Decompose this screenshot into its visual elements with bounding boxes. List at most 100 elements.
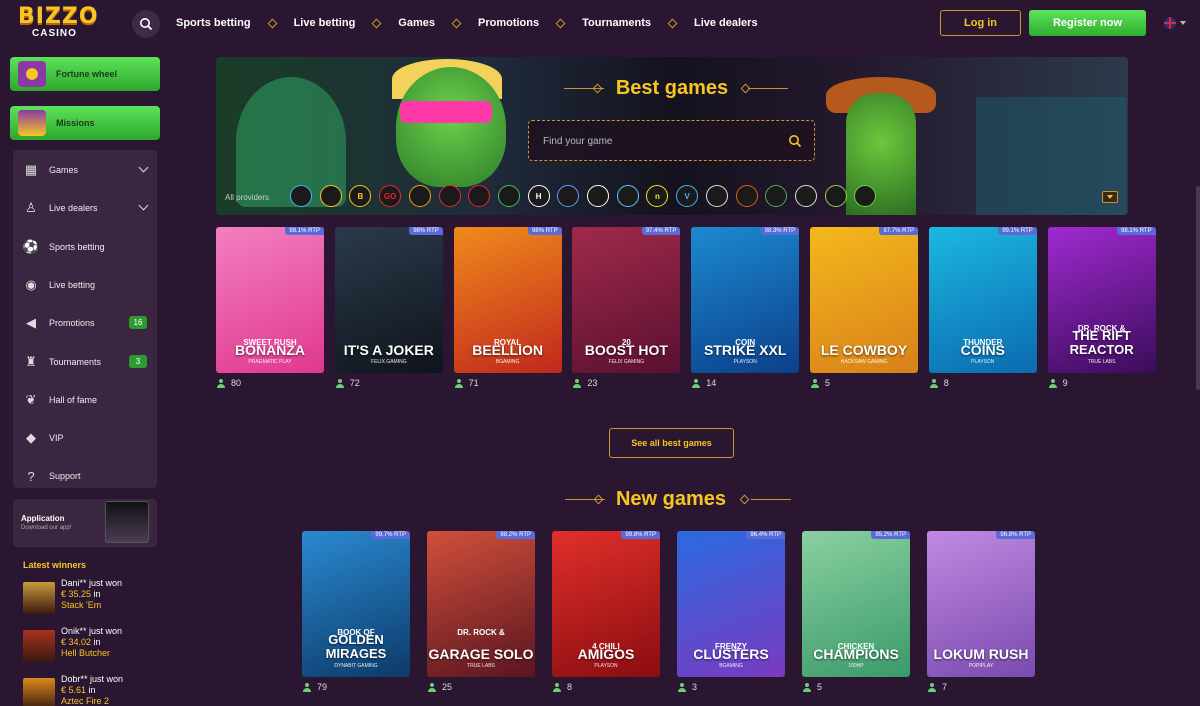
nav-item[interactable]: Tournaments — [582, 17, 651, 29]
sidebar-item[interactable]: ♜ Tournaments 3 — [13, 347, 157, 377]
provider-logo[interactable]: V — [676, 185, 699, 207]
nav-separator-diamond — [667, 18, 678, 28]
nav-separator-diamond — [555, 18, 566, 28]
sidebar-item[interactable]: ❦ Hall of fame — [13, 385, 157, 415]
game-card[interactable]: 96.8% RTP LOKUM RUSH POPIPLAY — [927, 531, 1035, 677]
provider-logo[interactable] — [587, 185, 609, 207]
provider-logo[interactable] — [765, 185, 788, 207]
chevron-down-icon — [138, 200, 149, 211]
provider-logo[interactable] — [735, 185, 758, 207]
winner-game-link[interactable]: Hell Butcher — [61, 648, 110, 658]
nav-item[interactable]: Live betting — [294, 17, 356, 29]
provider-label: H — [535, 191, 542, 201]
register-button[interactable]: Register now — [1029, 10, 1146, 36]
provider-logo[interactable] — [824, 185, 847, 207]
winner-game-link[interactable]: Aztec Fire 2 — [61, 696, 109, 706]
sidebar-item[interactable]: ◆ VIP — [13, 423, 157, 453]
nav-item[interactable]: Live dealers — [694, 17, 758, 29]
game-search-input[interactable] — [543, 133, 773, 149]
player-count-value: 3 — [692, 682, 698, 692]
provider-logo[interactable] — [438, 185, 461, 207]
game-title: THE RIFT REACTOR — [1069, 328, 1134, 357]
search-button[interactable] — [132, 10, 160, 38]
user-icon — [678, 682, 686, 692]
sidebar-item[interactable]: ▦ Games — [13, 155, 157, 185]
megaphone-icon: ◀ — [26, 315, 36, 331]
game-card[interactable]: 99.7% RTP BOOK OF GOLDEN MIRAGES DYNABIT GA… — [302, 531, 410, 677]
sidebar-item[interactable]: ⚽ Sports betting — [13, 232, 157, 262]
game-search-box — [528, 120, 815, 161]
game-provider: DYNABIT GAMING — [334, 663, 378, 669]
winner-row[interactable]: Dani** just won € 35.25 in Stack 'Em — [23, 578, 163, 618]
provider-logo[interactable] — [616, 185, 639, 207]
provider-logo[interactable] — [794, 185, 817, 207]
provider-logo[interactable] — [319, 185, 342, 207]
provider-logo[interactable] — [468, 185, 491, 207]
provider-logo[interactable]: n — [646, 185, 669, 207]
missions-button[interactable]: Missions — [10, 106, 160, 140]
search-icon — [140, 18, 153, 31]
rtp-badge: 95.2% RTP — [871, 531, 910, 539]
nav-item[interactable]: Games — [398, 17, 435, 29]
provider-logo[interactable] — [705, 185, 728, 207]
nav-item[interactable]: Sports betting — [176, 17, 251, 29]
sidebar-item[interactable]: ◉ Live betting — [13, 270, 157, 300]
winner-game-thumbnail — [23, 630, 55, 662]
game-title: BOOST HOT — [584, 342, 668, 358]
sidebar-menu: ▦ Games ♙ Live dealers ⚽ Sports betting ◉ Live … — [13, 150, 157, 488]
player-count: 23 — [573, 378, 597, 388]
game-card[interactable]: 98.3% RTP COIN STRIKE XXL PLAYSON — [691, 227, 800, 373]
game-card[interactable]: 99.1% RTP THUNDER COINS PLAYSON — [928, 227, 1037, 373]
winner-game-link[interactable]: Stack 'Em — [61, 600, 101, 610]
login-button[interactable]: Log in — [940, 10, 1021, 36]
provider-logo[interactable] — [290, 185, 312, 207]
game-card[interactable]: 99.8% RTP 4 CHILI AMIGOS PLAYSON — [552, 531, 660, 677]
game-provider: PRAGMATIC PLAY — [248, 359, 292, 365]
chevron-down-icon[interactable] — [1180, 21, 1186, 25]
user-icon — [929, 378, 938, 388]
game-card[interactable]: 97.7% RTP LE COWBOY HACKSAW GAMING — [810, 227, 918, 373]
provider-logo[interactable] — [408, 185, 431, 207]
rtp-badge: 98.1% RTP — [1117, 227, 1156, 235]
provider-logo[interactable]: H — [527, 185, 550, 207]
game-card[interactable]: 98.1% RTP DR. ROCK & THE RIFT REACTOR TRUE … — [1047, 227, 1156, 373]
fortune-wheel-button[interactable]: Fortune wheel — [10, 57, 160, 91]
game-title: LE COWBOY — [820, 342, 908, 358]
see-all-best-games-button[interactable]: See all best games — [609, 428, 734, 458]
sidebar: Fortune wheel Missions ▦ Games ♙ Live deale… — [0, 46, 170, 706]
game-card[interactable]: 98.2% RTP DR. ROCK & GARAGE SOLO TRUE LABS — [427, 531, 535, 677]
provider-logo[interactable] — [557, 185, 580, 207]
sidebar-item[interactable]: ? Support — [13, 461, 157, 491]
all-providers-link[interactable]: All providers — [225, 193, 269, 202]
search-icon[interactable] — [788, 134, 802, 148]
game-title: BEELLION — [472, 342, 543, 358]
frog-glasses — [400, 101, 492, 123]
user-icon — [928, 682, 936, 692]
winner-row[interactable]: Onik** just won € 34.02 in Hell Butcher — [23, 626, 163, 666]
sidebar-item-label: Support — [49, 471, 81, 482]
game-provider: 100HP — [848, 663, 864, 669]
game-card[interactable]: 95.2% RTP CHICKEN CHAMPIONS 100HP — [802, 531, 910, 677]
app-download-banner[interactable]: Application Download our app! — [13, 499, 157, 547]
game-card[interactable]: 98% RTP IT'S A JOKER FELIX GAMING — [334, 227, 443, 373]
player-count: 80 — [217, 378, 241, 388]
game-provider: TRUE LABS — [1087, 359, 1116, 365]
game-card[interactable]: 98% RTP ROYAL BEELLION BGAMING — [453, 227, 562, 373]
page-scrollbar[interactable] — [1196, 186, 1200, 390]
bizzo-logo[interactable]: BIZZO CASINO — [18, 6, 98, 42]
game-card[interactable]: 96.4% RTP FRENZY CLUSTERS BGAMING — [677, 531, 785, 677]
sidebar-item-label: Sports betting — [49, 241, 105, 252]
game-card[interactable]: 97.4% RTP 20 BOOST HOT FELIX GAMING — [572, 227, 681, 373]
provider-logo[interactable]: GO — [379, 185, 402, 207]
winner-row[interactable]: Dobr** just won € 5.61 in Aztec Fire 2 — [23, 674, 163, 706]
game-card[interactable]: 98.1% RTP SWEET RUSH BONANZA PRAGMATIC PLAY — [216, 227, 324, 373]
rtp-badge: 99.7% RTP — [371, 531, 410, 539]
latest-winners-title: Latest winners — [23, 560, 87, 570]
sidebar-item[interactable]: ♙ Live dealers — [13, 193, 157, 223]
uk-flag-icon[interactable] — [1164, 17, 1176, 29]
provider-logo[interactable] — [497, 185, 520, 207]
provider-logo[interactable]: B — [349, 185, 372, 207]
nav-item[interactable]: Promotions — [478, 17, 539, 29]
providers-dropdown-button[interactable] — [1102, 191, 1118, 203]
sidebar-item[interactable]: ◀ Promotions 16 — [13, 308, 157, 338]
